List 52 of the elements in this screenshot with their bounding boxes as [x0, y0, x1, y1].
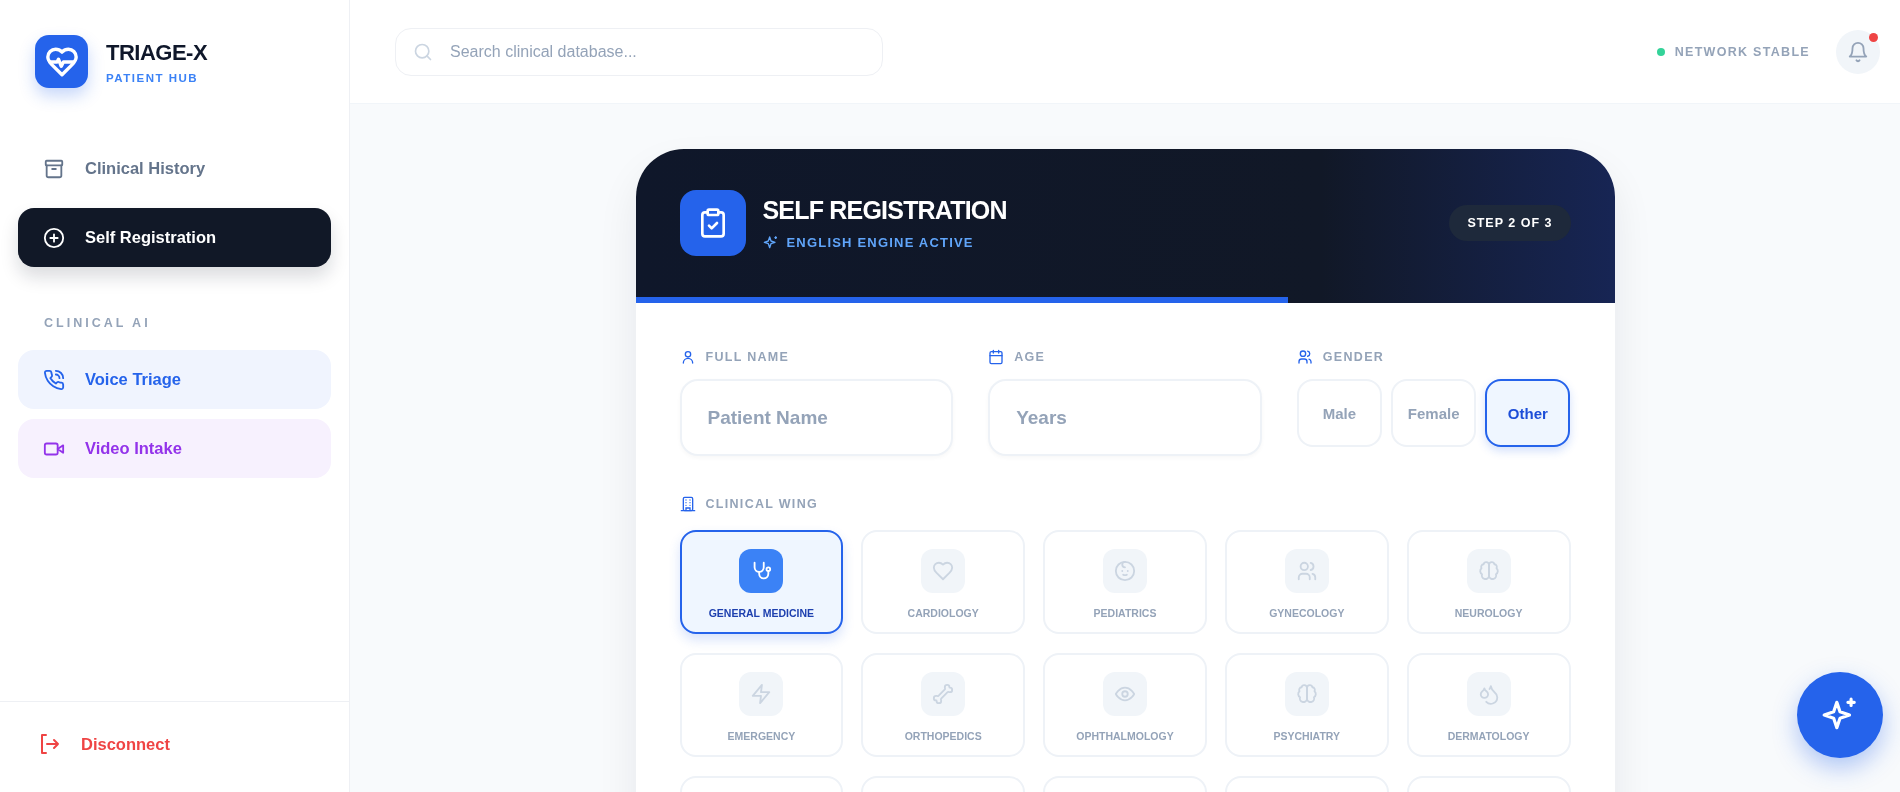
heart-icon [932, 560, 955, 582]
people-icon [1295, 560, 1318, 582]
app-title: TRIAGE-X [106, 39, 208, 66]
wing-option[interactable]: PEDIATRICS [1043, 530, 1207, 634]
wing-option[interactable]: OPHTHALMOLOGY [1043, 653, 1207, 757]
wing-option[interactable]: ORTHOPEDICS [861, 653, 1026, 757]
brain-icon [1295, 683, 1318, 705]
gender-option[interactable]: Female [1391, 379, 1477, 447]
disconnect-link[interactable]: Disconnect [37, 732, 170, 756]
search-field[interactable]: Search clinical database... [395, 27, 883, 76]
ai-assistant-button[interactable] [1797, 672, 1883, 758]
nav-item[interactable]: Voice Triage [18, 350, 331, 409]
wing-option[interactable]: CARDIOLOGY [861, 530, 1026, 634]
heart-pulse-logo-icon [35, 35, 88, 88]
input-field[interactable]: Years [988, 379, 1262, 456]
field-label: CLINICAL WING [705, 497, 818, 511]
baby-face-icon [1114, 560, 1136, 582]
lightning-icon [750, 683, 773, 705]
wing-option[interactable]: DERMATOLOGY [1406, 653, 1571, 757]
wing-option[interactable]: GENERAL MEDICINE [679, 530, 844, 634]
bone-icon [932, 683, 955, 705]
clipboard-check-icon [679, 190, 746, 256]
wing-option[interactable]: NEUROLOGY [1406, 530, 1571, 634]
wing-option[interactable]: PSYCHIATRY [1224, 653, 1389, 757]
notifications-button[interactable] [1836, 29, 1880, 74]
plus-circle-icon [43, 226, 65, 249]
field-label: FULL NAME [705, 350, 790, 364]
nav-item[interactable]: Clinical History [18, 139, 331, 198]
droplets-icon [1477, 683, 1500, 705]
app-subtitle: PATIENT HUB [106, 71, 200, 84]
wing-option[interactable]: GYNECOLOGY [1224, 530, 1389, 634]
bell-icon [1847, 40, 1869, 63]
section-heading: CLINICAL AI [44, 316, 152, 330]
network-status: NETWORK STABLE [1674, 44, 1810, 59]
phone-icon [43, 368, 65, 391]
sparkle-icon [762, 234, 779, 251]
nav-item[interactable]: Video Intake [18, 419, 331, 478]
building-icon [679, 496, 696, 512]
wing-option[interactable]: EMERGENCY [679, 653, 844, 757]
brain-icon [1477, 560, 1500, 582]
archive-box-icon [43, 157, 65, 180]
engine-status: ENGLISH ENGINE ACTIVE [786, 235, 974, 250]
people-icon [1296, 349, 1313, 365]
card-title: SELF REGISTRATION [762, 195, 1007, 225]
step-indicator: STEP 2 OF 3 [1449, 205, 1571, 241]
nav-item[interactable]: Self Registration [18, 208, 331, 267]
field-label: AGE [1014, 350, 1046, 364]
input-field[interactable]: Patient Name [679, 379, 954, 456]
gender-option[interactable]: Male [1296, 379, 1383, 447]
calendar-icon [988, 349, 1005, 365]
gender-option[interactable]: Other [1485, 379, 1571, 447]
field-label: GENDER [1322, 350, 1385, 364]
